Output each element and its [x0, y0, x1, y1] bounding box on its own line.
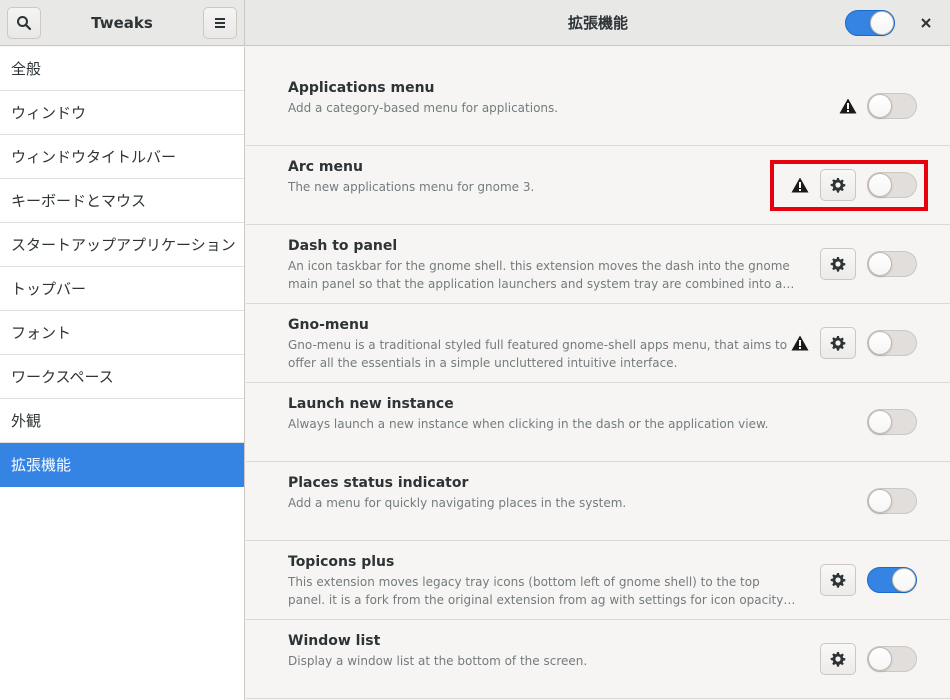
sidebar-item[interactable]: トップバー [0, 267, 244, 311]
extension-name: Gno-menu [288, 317, 369, 333]
extension-row: Window list Display a window list at the … [246, 620, 950, 699]
switch-knob [868, 647, 892, 671]
extension-toggle[interactable] [867, 409, 917, 435]
extension-name: Places status indicator [288, 475, 469, 491]
switch-knob [868, 489, 892, 513]
extension-settings-button[interactable] [820, 564, 856, 596]
app-title: Tweaks [91, 14, 153, 32]
hamburger-menu-icon [215, 18, 225, 28]
extension-toggle[interactable] [867, 646, 917, 672]
extension-name: Window list [288, 633, 381, 649]
extension-name: Launch new instance [288, 396, 454, 412]
extension-warning [791, 335, 809, 351]
extension-row: Places status indicator Add a menu for qu… [246, 462, 950, 541]
extension-description: Gno-menu is a traditional styled full fe… [288, 338, 788, 370]
gear-icon [830, 257, 846, 272]
gear-icon [830, 573, 846, 588]
extension-name: Dash to panel [288, 238, 398, 254]
header-bar: Tweaks 拡張機能 [0, 0, 950, 46]
sidebar-item[interactable]: ウィンドウ [0, 91, 244, 135]
extension-description: An icon taskbar for the gnome shell. thi… [288, 259, 790, 291]
search-icon [17, 16, 32, 31]
extension-toggle[interactable] [867, 488, 917, 514]
extension-description: Display a window list at the bottom of t… [288, 654, 588, 668]
extension-toggle[interactable] [867, 567, 917, 593]
switch-knob [868, 94, 892, 118]
extension-description: Add a category-based menu for applicatio… [288, 101, 559, 115]
extension-description: The new applications menu for gnome 3. [288, 180, 535, 194]
extension-description: Always launch a new instance when clicki… [288, 417, 769, 431]
sidebar-item[interactable]: 全般 [0, 47, 244, 91]
extension-settings-button[interactable] [820, 327, 856, 359]
extension-description: Add a menu for quickly navigating places… [288, 496, 627, 510]
warning-icon [839, 98, 857, 114]
extension-name: Topicons plus [288, 554, 395, 570]
sidebar-item[interactable]: ワークスペース [0, 355, 244, 399]
close-icon [921, 18, 931, 28]
sidebar-item[interactable]: 外観 [0, 399, 244, 443]
extension-toggle[interactable] [867, 93, 917, 119]
sidebar-item[interactable]: フォント [0, 311, 244, 355]
sidebar-item[interactable]: キーボードとマウス [0, 179, 244, 223]
extensions-list: Applications menu Add a category-based me… [246, 47, 950, 700]
switch-knob [868, 331, 892, 355]
gear-icon [830, 652, 846, 667]
sidebar-item[interactable]: 拡張機能 [0, 443, 244, 487]
search-button[interactable] [7, 7, 41, 39]
extension-description: This extension moves legacy tray icons (… [288, 575, 788, 607]
close-button[interactable] [912, 8, 940, 38]
menu-button[interactable] [203, 7, 237, 39]
extension-name: Applications menu [288, 80, 435, 96]
switch-knob [868, 252, 892, 276]
switch-knob [892, 568, 916, 592]
extension-warning [839, 98, 857, 114]
extension-row: Dash to panel An icon taskbar for the gno… [246, 225, 950, 304]
extension-row: Gno-menu Gno-menu is a traditional styled… [246, 304, 950, 383]
switch-knob [870, 11, 894, 35]
extension-settings-button[interactable] [820, 643, 856, 675]
highlight-box [770, 160, 928, 211]
sidebar-item[interactable]: ウィンドウタイトルバー [0, 135, 244, 179]
extension-row: Topicons plus This extension moves legacy… [246, 541, 950, 620]
header-left: Tweaks [0, 0, 245, 46]
gear-icon [830, 336, 846, 351]
extension-toggle[interactable] [867, 251, 917, 277]
extension-settings-button[interactable] [820, 248, 856, 280]
extension-row: Launch new instance Always launch a new i… [246, 383, 950, 462]
extension-name: Arc menu [288, 159, 363, 175]
warning-icon [791, 335, 809, 351]
extension-row: Applications menu Add a category-based me… [246, 67, 950, 146]
extension-toggle[interactable] [867, 330, 917, 356]
sidebar-item[interactable]: スタートアップアプリケーション [0, 223, 244, 267]
sidebar: 全般 ウィンドウ ウィンドウタイトルバー キーボードとマウス スタートアップアプリケーシ… [0, 47, 245, 700]
switch-knob [868, 410, 892, 434]
extensions-master-switch[interactable] [845, 10, 895, 36]
